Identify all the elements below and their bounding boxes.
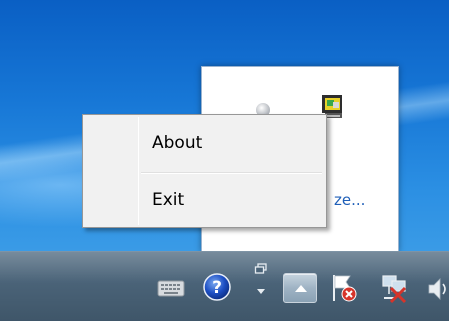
- keyboard-icon[interactable]: [157, 278, 185, 298]
- menu-item-about-label: About: [152, 133, 203, 153]
- window-restore-icon[interactable]: [254, 262, 268, 298]
- network-icon[interactable]: [378, 272, 410, 304]
- context-menu: About Exit: [82, 114, 327, 228]
- menu-item-about[interactable]: About: [85, 118, 324, 168]
- menu-item-exit-label: Exit: [152, 190, 185, 210]
- menu-separator: [141, 172, 322, 174]
- chevron-up-icon: [295, 285, 307, 292]
- menu-item-exit[interactable]: Exit: [85, 175, 324, 225]
- show-hidden-icons-button[interactable]: [283, 273, 317, 303]
- customize-link[interactable]: ze...: [334, 191, 365, 209]
- svg-text:?: ?: [212, 278, 222, 298]
- action-center-flag-icon[interactable]: [330, 272, 358, 304]
- speaker-icon[interactable]: [426, 275, 449, 303]
- help-icon[interactable]: ?: [202, 272, 232, 302]
